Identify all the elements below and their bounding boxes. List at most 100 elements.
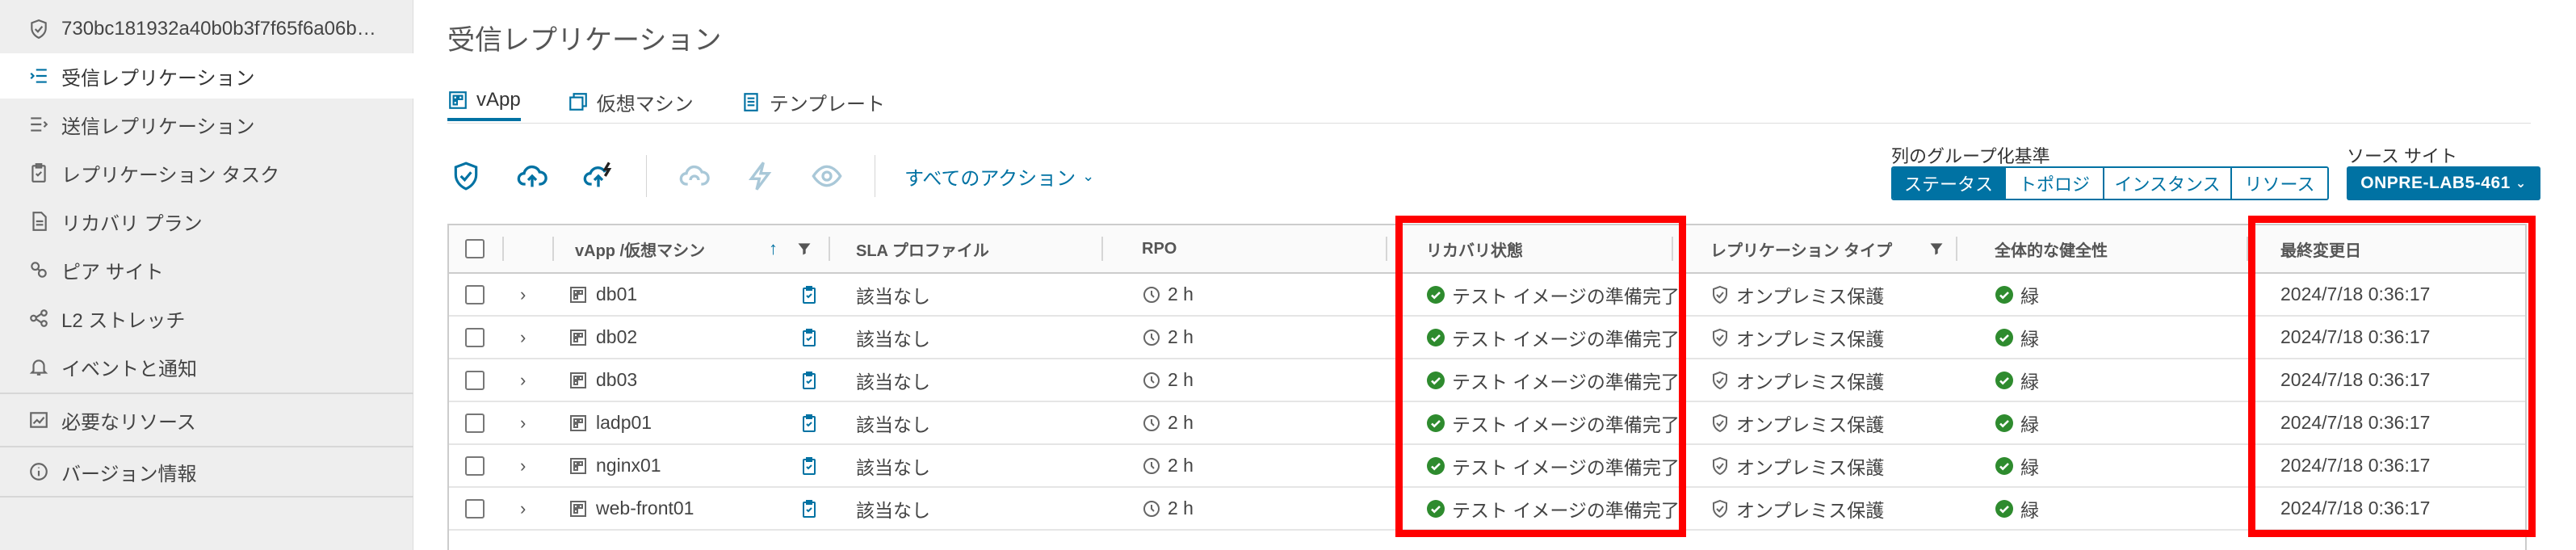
tab-template[interactable]: テンプレート	[740, 82, 885, 121]
sync-button[interactable]	[676, 157, 713, 195]
row-health-cell: 緑	[1995, 402, 2039, 443]
source-site-label: ソース サイト	[2347, 146, 2458, 166]
sidebar-item-l2-stretch[interactable]: L2 ストレッチ	[0, 296, 413, 341]
shield-check-icon	[1710, 371, 1730, 390]
cloud-upload-icon	[517, 165, 548, 187]
group-by-topology-button[interactable]: トポロジ	[2006, 168, 2104, 199]
row-sla: 該当なし	[856, 456, 930, 478]
row-name-cell: db03	[568, 359, 637, 401]
vapp-icon	[568, 285, 588, 304]
row-checkbox[interactable]	[465, 284, 485, 304]
source-site-dropdown[interactable]: ONPRE-LAB5-461 ⌄	[2347, 166, 2540, 200]
column-header-sla[interactable]: SLA プロファイル	[856, 225, 989, 272]
row-replication-type-cell: オンプレミス保護	[1710, 274, 1884, 315]
row-replication-type: オンプレミス保護	[1736, 328, 1885, 350]
sort-ascending-icon[interactable]: ↑	[769, 225, 778, 272]
cloud-sync-icon	[679, 165, 710, 186]
select-all-checkbox[interactable]	[465, 239, 485, 258]
row-replication-type: オンプレミス保護	[1736, 456, 1885, 478]
row-name[interactable]: db02	[596, 326, 637, 348]
row-checkbox[interactable]	[465, 413, 485, 433]
sidebar-item-peer-sites[interactable]: ピア サイト	[0, 247, 413, 292]
row-name[interactable]: web-front01	[596, 498, 694, 519]
clock-icon	[1142, 414, 1161, 433]
chevron-right-icon[interactable]: ›	[520, 359, 526, 401]
all-actions-dropdown[interactable]: すべてのアクション ⌄	[904, 162, 1094, 191]
tab-vm[interactable]: 仮想マシン	[568, 82, 694, 121]
clipboard-icon[interactable]	[799, 445, 819, 486]
sidebar-item-label: L2 ストレッチ	[61, 309, 186, 332]
sidebar-item-required-resources[interactable]: 必要なリソース	[0, 397, 413, 443]
clipboard-icon[interactable]	[799, 274, 819, 315]
vm-icon	[568, 91, 589, 112]
tab-vapp[interactable]: vApp	[447, 82, 521, 121]
upload-button[interactable]	[514, 157, 551, 195]
shield-check-icon	[1710, 456, 1730, 476]
sidebar-item-recovery-plans[interactable]: リカバリ プラン	[0, 199, 413, 244]
network-icon	[27, 307, 50, 330]
group-by-instance-button[interactable]: インスタンス	[2104, 168, 2232, 199]
row-replication-type: オンプレミス保護	[1736, 499, 1885, 521]
peer-site-icon	[27, 258, 50, 281]
row-name[interactable]: db03	[596, 369, 637, 391]
row-replication-type-cell: オンプレミス保護	[1710, 445, 1884, 486]
chevron-right-icon[interactable]: ›	[520, 317, 526, 358]
view-button[interactable]	[808, 157, 845, 195]
column-header-name[interactable]: vApp /仮想マシン	[575, 225, 705, 272]
row-replication-type: オンプレミス保護	[1736, 371, 1885, 393]
row-health: 緑	[2020, 414, 2039, 435]
column-header-rpo[interactable]: RPO	[1142, 225, 1177, 272]
column-header-overall-health[interactable]: 全体的な健全性	[1995, 225, 2108, 272]
check-circle-icon	[1995, 328, 2014, 347]
chevron-right-icon[interactable]: ›	[520, 488, 526, 529]
chevron-right-icon[interactable]: ›	[520, 402, 526, 443]
row-checkbox[interactable]	[465, 456, 485, 476]
chevron-right-icon[interactable]: ›	[520, 445, 526, 486]
row-replication-type: オンプレミス保護	[1736, 285, 1885, 307]
row-checkbox[interactable]	[465, 370, 485, 390]
column-header-replication-type[interactable]: レプリケーション タイプ	[1710, 225, 1892, 272]
chevron-right-icon[interactable]: ›	[520, 274, 526, 315]
upload-failover-button[interactable]	[580, 157, 617, 195]
group-by-resource-button[interactable]: リソース	[2232, 168, 2327, 199]
row-name-cell: db02	[568, 317, 637, 358]
sidebar-item-version-info[interactable]: バージョン情報	[0, 449, 413, 494]
filter-icon[interactable]	[1928, 225, 1945, 272]
row-name[interactable]: ladp01	[596, 412, 652, 434]
sidebar-item-events[interactable]: イベントと通知	[0, 344, 413, 389]
sidebar-item-label: イベントと通知	[61, 358, 197, 380]
protect-button[interactable]	[447, 157, 485, 195]
row-checkbox-cell	[465, 488, 485, 529]
clipboard-icon[interactable]	[799, 359, 819, 401]
page-title: 受信レプリケーション	[447, 25, 722, 56]
row-name[interactable]: db01	[596, 283, 637, 305]
clipboard-icon[interactable]	[799, 488, 819, 529]
group-by-label: 列のグループ化基準	[1891, 146, 2050, 166]
all-actions-label: すべてのアクション	[904, 167, 1076, 190]
sidebar-item-incoming-replication[interactable]: 受信レプリケーション	[0, 53, 413, 99]
row-checkbox-cell	[465, 359, 485, 401]
row-checkbox[interactable]	[465, 327, 485, 347]
clipboard-icon[interactable]	[799, 402, 819, 443]
filter-icon[interactable]	[796, 225, 812, 272]
tab-label: vApp	[476, 89, 521, 111]
sidebar-divider	[0, 496, 413, 498]
row-checkbox[interactable]	[465, 498, 485, 519]
row-rpo-cell: 2 h	[1142, 445, 1194, 486]
sidebar-item-outgoing-replication[interactable]: 送信レプリケーション	[0, 102, 413, 147]
sidebar-item-replication-tasks[interactable]: レプリケーション タスク	[0, 150, 413, 195]
row-name-cell: web-front01	[568, 488, 694, 529]
shield-check-icon	[1710, 285, 1730, 304]
highlight-recovery-state-column	[1395, 216, 1686, 537]
row-name[interactable]: nginx01	[596, 455, 661, 477]
failover-button[interactable]	[742, 157, 779, 195]
row-health: 緑	[2020, 328, 2039, 350]
sidebar-item-label: レプリケーション タスク	[61, 164, 280, 187]
clipboard-icon[interactable]	[799, 317, 819, 358]
sidebar-item-site[interactable]: 730bc181932a40b0b3f7f65f6a06b…	[0, 6, 413, 52]
group-by-status-button[interactable]: ステータス	[1893, 168, 2006, 199]
vapp-icon	[568, 499, 588, 519]
row-health: 緑	[2020, 499, 2039, 521]
chevron-down-icon: ⌄	[1082, 167, 1095, 184]
clipboard-icon	[27, 162, 50, 184]
